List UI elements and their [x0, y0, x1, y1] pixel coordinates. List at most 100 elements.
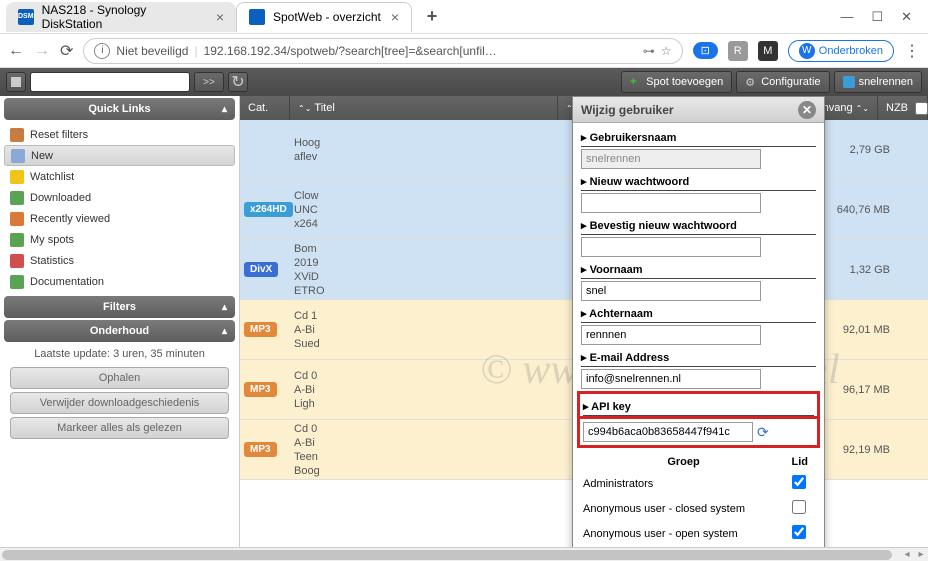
tab-label: NAS218 - Synology DiskStation	[42, 3, 206, 31]
cell-size: 92,19 MB	[818, 444, 898, 456]
favicon-dsm: DSM	[18, 9, 34, 25]
forward-button[interactable]: →	[34, 42, 50, 60]
extension-badge[interactable]: ⊡	[693, 42, 718, 59]
modal-header[interactable]: Wijzig gebruiker ✕	[573, 97, 824, 123]
address-bar[interactable]: i Niet beveiligd | 192.168.192.34/spotwe…	[83, 38, 682, 64]
input-confirmpw[interactable]	[581, 237, 761, 257]
col-nzb[interactable]: NZB	[878, 96, 928, 120]
cell-title: Cd 0A-BiTeenBoog	[290, 422, 578, 478]
close-button[interactable]: ✕	[901, 9, 912, 25]
sidebar-item-label: Recently viewed	[30, 213, 110, 225]
sidebar-header-label: Onderhoud	[90, 325, 149, 337]
input-firstname[interactable]	[581, 281, 761, 301]
sidebar-icon	[10, 128, 24, 142]
col-groep: Groep	[583, 454, 784, 470]
cell-size: 1,32 GB	[818, 264, 898, 276]
input-email[interactable]	[581, 369, 761, 389]
col-title[interactable]: ⌃⌄Titel	[290, 96, 558, 120]
sidebar-item[interactable]: Recently viewed	[4, 208, 235, 229]
cell-cat: x264HD	[240, 202, 290, 217]
scroll-right-icon[interactable]: ▸	[914, 549, 928, 560]
sidebar-item[interactable]: Downloaded	[4, 187, 235, 208]
sidebar-header-label: Filters	[103, 301, 136, 313]
chevron-up-icon: ▴	[222, 302, 227, 313]
col-lid: Lid	[786, 454, 814, 470]
group-table: GroepLid AdministratorsAnonymous user - …	[581, 452, 816, 547]
extension-r[interactable]: R	[728, 41, 748, 61]
modal-title: Wijzig gebruiker	[581, 103, 674, 117]
sidebar-icon	[10, 191, 24, 205]
key-icon[interactable]: ⊶	[643, 44, 655, 58]
scrollbar-thumb[interactable]	[2, 550, 892, 560]
chevron-up-icon: ▴	[222, 104, 227, 115]
extension-pill[interactable]: W Onderbroken	[788, 40, 894, 62]
col-cat[interactable]: Cat.	[240, 96, 290, 120]
verwijder-button[interactable]: Verwijder downloadgeschiedenis	[10, 392, 229, 414]
sidebar-icon	[10, 233, 24, 247]
reload-button[interactable]: ⟳	[60, 41, 73, 61]
new-tab-button[interactable]: +	[420, 6, 444, 27]
close-icon[interactable]: ✕	[798, 101, 816, 119]
input-lastname[interactable]	[581, 325, 761, 345]
sidebar-header-quicklinks[interactable]: Quick Links ▴	[4, 98, 235, 120]
sidebar-item[interactable]: Statistics	[4, 250, 235, 271]
sidebar-header-onderhoud[interactable]: Onderhoud ▴	[4, 320, 235, 342]
sidebar-item[interactable]: New	[4, 145, 235, 166]
sidebar-header-label: Quick Links	[88, 103, 150, 115]
pin-button[interactable]	[6, 72, 26, 92]
sidebar-icon	[10, 170, 24, 184]
group-checkbox[interactable]	[792, 525, 806, 539]
star-icon[interactable]: ☆	[661, 44, 672, 58]
info-icon[interactable]: i	[94, 43, 110, 59]
sidebar-item-label: Statistics	[30, 255, 74, 267]
search-input[interactable]	[30, 72, 190, 92]
config-button[interactable]: ⚙Configuratie	[736, 71, 829, 93]
sort-icon: ⌃⌄	[856, 104, 869, 113]
nzb-checkbox-all[interactable]	[915, 102, 928, 115]
config-label: Configuratie	[761, 76, 820, 88]
maximize-button[interactable]: ☐	[871, 9, 883, 25]
spot-add-button[interactable]: +Spot toevoegen	[621, 71, 732, 93]
close-icon[interactable]: ×	[216, 9, 224, 25]
input-username	[581, 149, 761, 169]
cell-cat: MP3	[240, 382, 290, 397]
menu-button[interactable]: ⋮	[904, 41, 920, 61]
refresh-button[interactable]: ↻	[228, 72, 248, 92]
browser-tab-nas[interactable]: DSM NAS218 - Synology DiskStation ×	[6, 2, 236, 32]
sidebar-item[interactable]: Documentation	[4, 271, 235, 292]
category-badge: x264HD	[244, 202, 293, 217]
sidebar-item-label: New	[31, 150, 53, 162]
extension-label: Onderbroken	[819, 45, 883, 57]
sidebar-item[interactable]: My spots	[4, 229, 235, 250]
horizontal-scrollbar[interactable]: ◂▸	[0, 547, 928, 561]
chevron-up-icon: ▴	[222, 326, 227, 337]
browser-tab-spotweb[interactable]: SpotWeb - overzicht ×	[236, 2, 412, 32]
markeer-button[interactable]: Markeer alles als gelezen	[10, 417, 229, 439]
sidebar-item-label: Downloaded	[30, 192, 91, 204]
sidebar-item[interactable]: Reset filters	[4, 124, 235, 145]
input-newpw[interactable]	[581, 193, 761, 213]
group-checkbox[interactable]	[792, 475, 806, 489]
extension-m[interactable]: M	[758, 41, 778, 61]
sidebar-header-filters[interactable]: Filters ▴	[4, 296, 235, 318]
scroll-left-icon[interactable]: ◂	[900, 549, 914, 560]
refresh-icon[interactable]: ⟳	[757, 424, 773, 440]
sidebar-item-label: Documentation	[30, 276, 104, 288]
browser-navbar: ← → ⟳ i Niet beveiligd | 192.168.192.34/…	[0, 34, 928, 68]
input-apikey[interactable]	[583, 422, 753, 442]
minimize-button[interactable]: —	[840, 9, 853, 25]
group-checkbox[interactable]	[792, 500, 806, 514]
pager-button[interactable]: >>	[194, 72, 224, 92]
label-email: E-mail Address	[581, 347, 816, 367]
sidebar-item-label: Reset filters	[30, 129, 88, 141]
cell-title: Cd 1A-BiSued	[290, 309, 578, 351]
category-badge: MP3	[244, 442, 277, 457]
extension-initial: W	[799, 43, 815, 59]
group-name: Anonymous user - open system	[583, 522, 784, 545]
user-button[interactable]: snelrennen	[834, 71, 922, 93]
close-icon[interactable]: ×	[391, 9, 399, 25]
sidebar-icon	[10, 275, 24, 289]
sidebar-item[interactable]: Watchlist	[4, 166, 235, 187]
back-button[interactable]: ←	[8, 42, 24, 60]
ophalen-button[interactable]: Ophalen	[10, 367, 229, 389]
